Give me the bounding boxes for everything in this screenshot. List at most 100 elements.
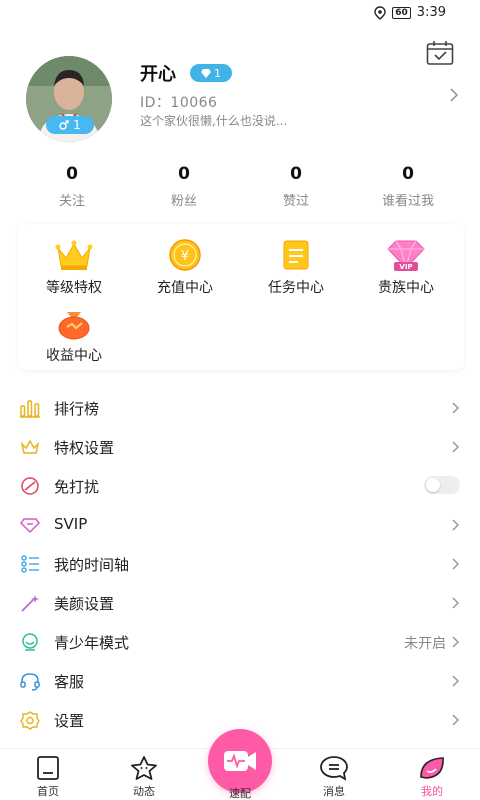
feature-label: 贵族中心: [378, 280, 434, 296]
menu-item-timeline[interactable]: 我的时间轴: [0, 544, 480, 583]
menu-item-ranking[interactable]: 排行榜: [0, 388, 480, 427]
menu-item-svip[interactable]: SVIP: [0, 505, 480, 544]
message-icon: [320, 756, 348, 781]
stat-value: 0: [402, 164, 414, 184]
money-bag-icon: [58, 312, 90, 340]
tab-label: 首页: [37, 785, 59, 798]
menu-item-do-not-disturb[interactable]: 免打扰: [0, 466, 480, 505]
avatar-container[interactable]: 1: [26, 56, 114, 144]
chevron-right-icon: [452, 441, 460, 453]
feature-recharge[interactable]: ¥ 充值中心: [135, 238, 235, 297]
chevron-right-icon: [452, 402, 460, 414]
star-icon: [131, 756, 157, 780]
level-badge: 1: [190, 64, 232, 82]
stat-liked[interactable]: 0 赞过: [240, 164, 352, 209]
video-match-icon: [224, 751, 256, 771]
vip-badge-text: VIP: [399, 263, 412, 271]
menu-item-customer-service[interactable]: 客服: [0, 661, 480, 700]
chevron-right-icon: [452, 636, 460, 648]
ranking-icon: [20, 400, 40, 418]
user-bio: 这个家伙很懒,什么也没说...: [140, 114, 288, 128]
chevron-right-icon[interactable]: [448, 86, 460, 104]
toggle-knob: [426, 478, 440, 492]
task-icon: [283, 240, 309, 270]
stat-value: 0: [290, 164, 302, 184]
coin-icon: ¥: [169, 239, 201, 271]
feature-task-center[interactable]: 任务中心: [246, 238, 346, 297]
crown-icon: [55, 240, 93, 270]
timeline-icon: [21, 555, 39, 573]
teen-mode-status: 未开启: [404, 636, 446, 652]
stat-visitors[interactable]: 0 谁看过我: [352, 164, 464, 209]
menu-label: 特权设置: [54, 439, 115, 457]
vip-diamond-icon: VIP: [387, 240, 425, 271]
gender-level-badge: 1: [46, 116, 94, 134]
stat-label: 粉丝: [170, 194, 197, 209]
tab-messages[interactable]: 消息: [304, 755, 364, 799]
beauty-wand-icon: [21, 595, 39, 612]
stats-row: 0 关注 0 粉丝 0 赞过 0 谁看过我: [16, 164, 464, 209]
menu-label: 美颜设置: [54, 595, 115, 613]
tab-label: 消息: [323, 785, 345, 798]
home-icon: [37, 756, 59, 780]
menu-label: 设置: [54, 712, 85, 730]
stat-following[interactable]: 0 关注: [16, 164, 128, 209]
do-not-disturb-toggle[interactable]: [424, 476, 460, 494]
menu-item-beauty-settings[interactable]: 美颜设置: [0, 583, 480, 622]
level-value: 1: [214, 66, 221, 80]
chevron-right-icon: [452, 714, 460, 726]
stat-fans[interactable]: 0 粉丝: [128, 164, 240, 209]
status-time: 3:39: [416, 5, 446, 20]
user-id: ID：10066: [140, 95, 218, 111]
feature-earnings-center[interactable]: 收益中心: [24, 306, 124, 365]
menu-label: SVIP: [54, 515, 88, 533]
location-icon: [374, 5, 386, 20]
quick-match-button[interactable]: [208, 729, 272, 793]
feature-grid: 等级特权 ¥ 充值中心 任务中心 VIP 贵族中心 收益中心: [18, 224, 464, 370]
male-icon: [59, 120, 69, 130]
tab-home[interactable]: 首页: [18, 755, 78, 799]
bottom-tab-bar: 首页 动态 速配 消息 我的: [0, 729, 480, 800]
feature-level-privilege[interactable]: 等级特权: [24, 238, 124, 297]
do-not-disturb-icon: [21, 477, 39, 495]
stat-label: 赞过: [282, 194, 309, 209]
chevron-right-icon: [452, 597, 460, 609]
stat-value: 0: [178, 164, 190, 184]
feature-label: 充值中心: [157, 280, 213, 296]
teen-mode-icon: [22, 633, 38, 651]
stat-value: 0: [66, 164, 78, 184]
chevron-right-icon: [452, 519, 460, 531]
tab-moments[interactable]: 动态: [114, 755, 174, 799]
feature-noble-center[interactable]: VIP 贵族中心: [356, 238, 456, 297]
headset-icon: [20, 673, 40, 691]
menu-label: 排行榜: [54, 400, 100, 418]
menu-item-privilege-settings[interactable]: 特权设置: [0, 427, 480, 466]
menu-item-teen-mode[interactable]: 青少年模式 未开启: [0, 622, 480, 661]
svip-icon: [20, 518, 40, 534]
feature-label: 收益中心: [46, 348, 102, 364]
battery-indicator: 60: [392, 6, 411, 19]
menu-label: 免打扰: [54, 478, 100, 496]
tab-label: 我的: [421, 785, 443, 798]
privilege-icon: [20, 439, 40, 454]
stat-label: 谁看过我: [381, 194, 434, 209]
settings-icon: [20, 711, 40, 730]
menu-label: 青少年模式: [54, 634, 130, 652]
tab-label: 动态: [133, 785, 155, 798]
tab-profile[interactable]: 我的: [402, 755, 462, 799]
profile-header[interactable]: 1 开心 1 ID：10066 这个家伙很懒,什么也没说...: [26, 56, 466, 142]
chevron-right-icon: [452, 558, 460, 570]
settings-menu: 排行榜 特权设置 免打扰 SVIP 我的时间轴 美颜设置 青少年模式 未开启 客…: [0, 388, 480, 739]
stat-label: 关注: [58, 194, 85, 209]
nickname: 开心: [140, 64, 176, 85]
feature-label: 任务中心: [268, 280, 324, 296]
diamond-icon: [201, 68, 211, 78]
tab-quick-match-label[interactable]: 速配: [210, 785, 270, 800]
gender-level-value: 1: [73, 118, 81, 132]
profile-leaf-icon: [420, 757, 444, 779]
feature-label: 等级特权: [46, 280, 102, 296]
svg-text:¥: ¥: [181, 249, 189, 264]
chevron-right-icon: [452, 675, 460, 687]
menu-label: 我的时间轴: [54, 556, 130, 574]
menu-label: 客服: [54, 673, 85, 691]
